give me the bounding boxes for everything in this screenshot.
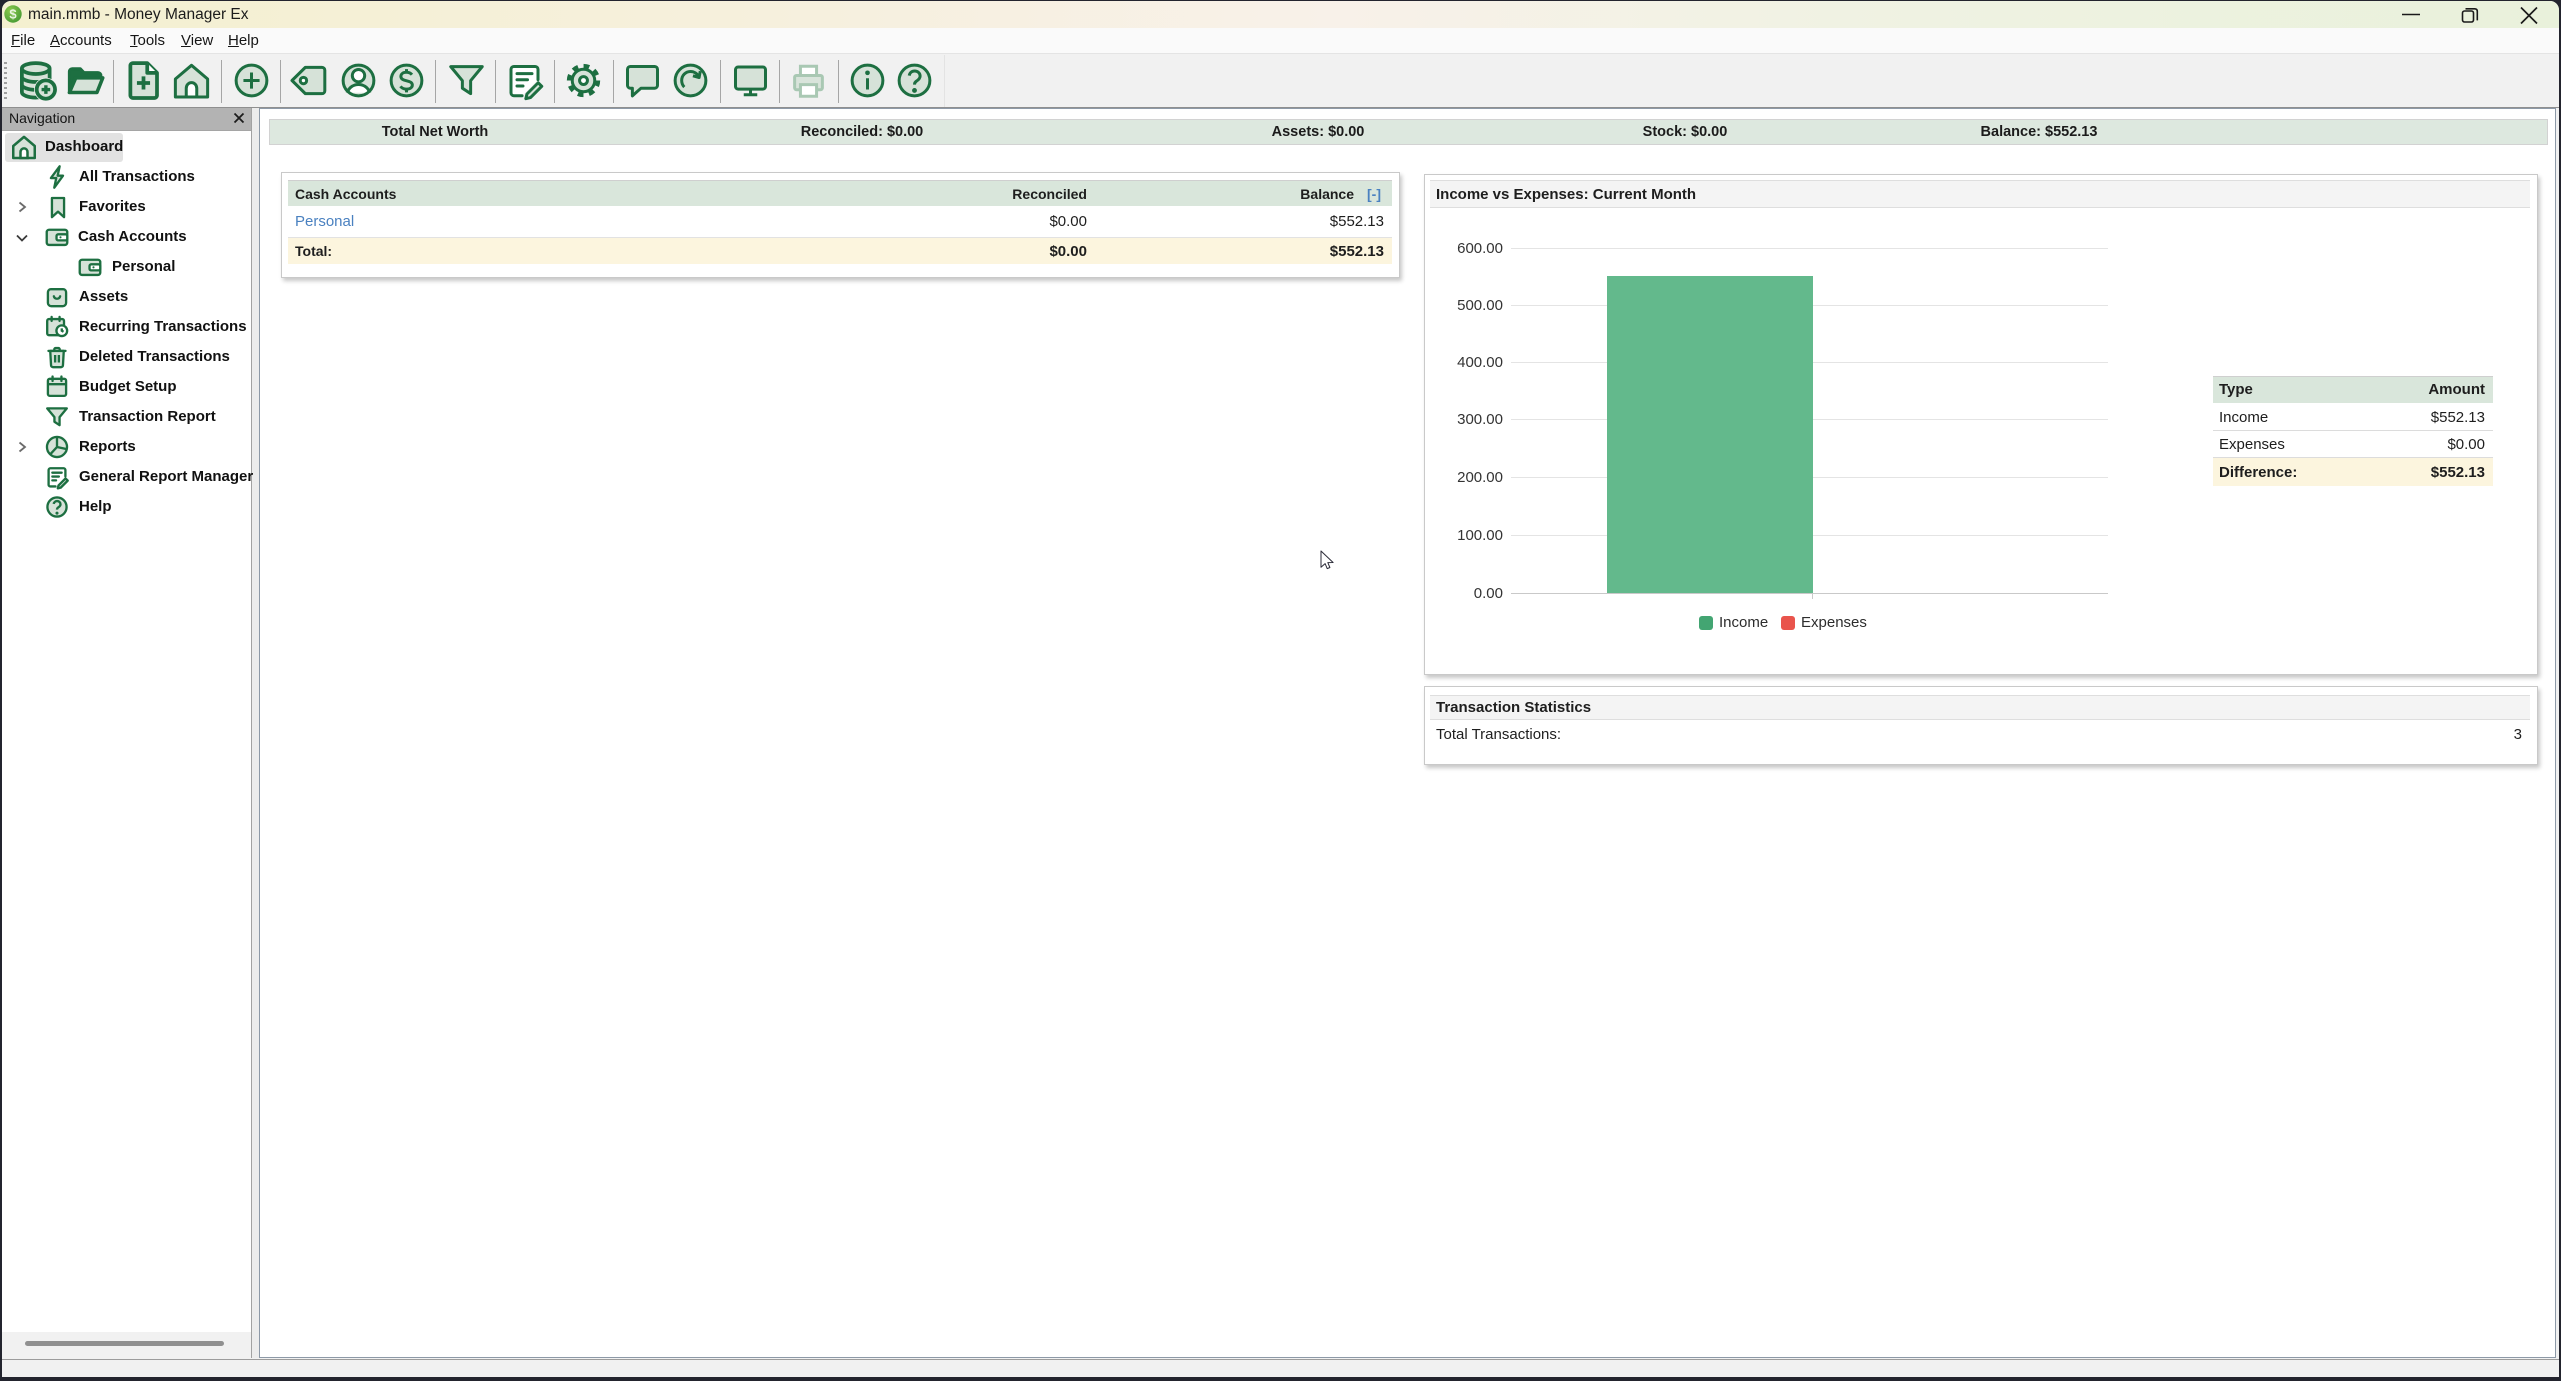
svg-text:$: $ xyxy=(9,7,17,22)
